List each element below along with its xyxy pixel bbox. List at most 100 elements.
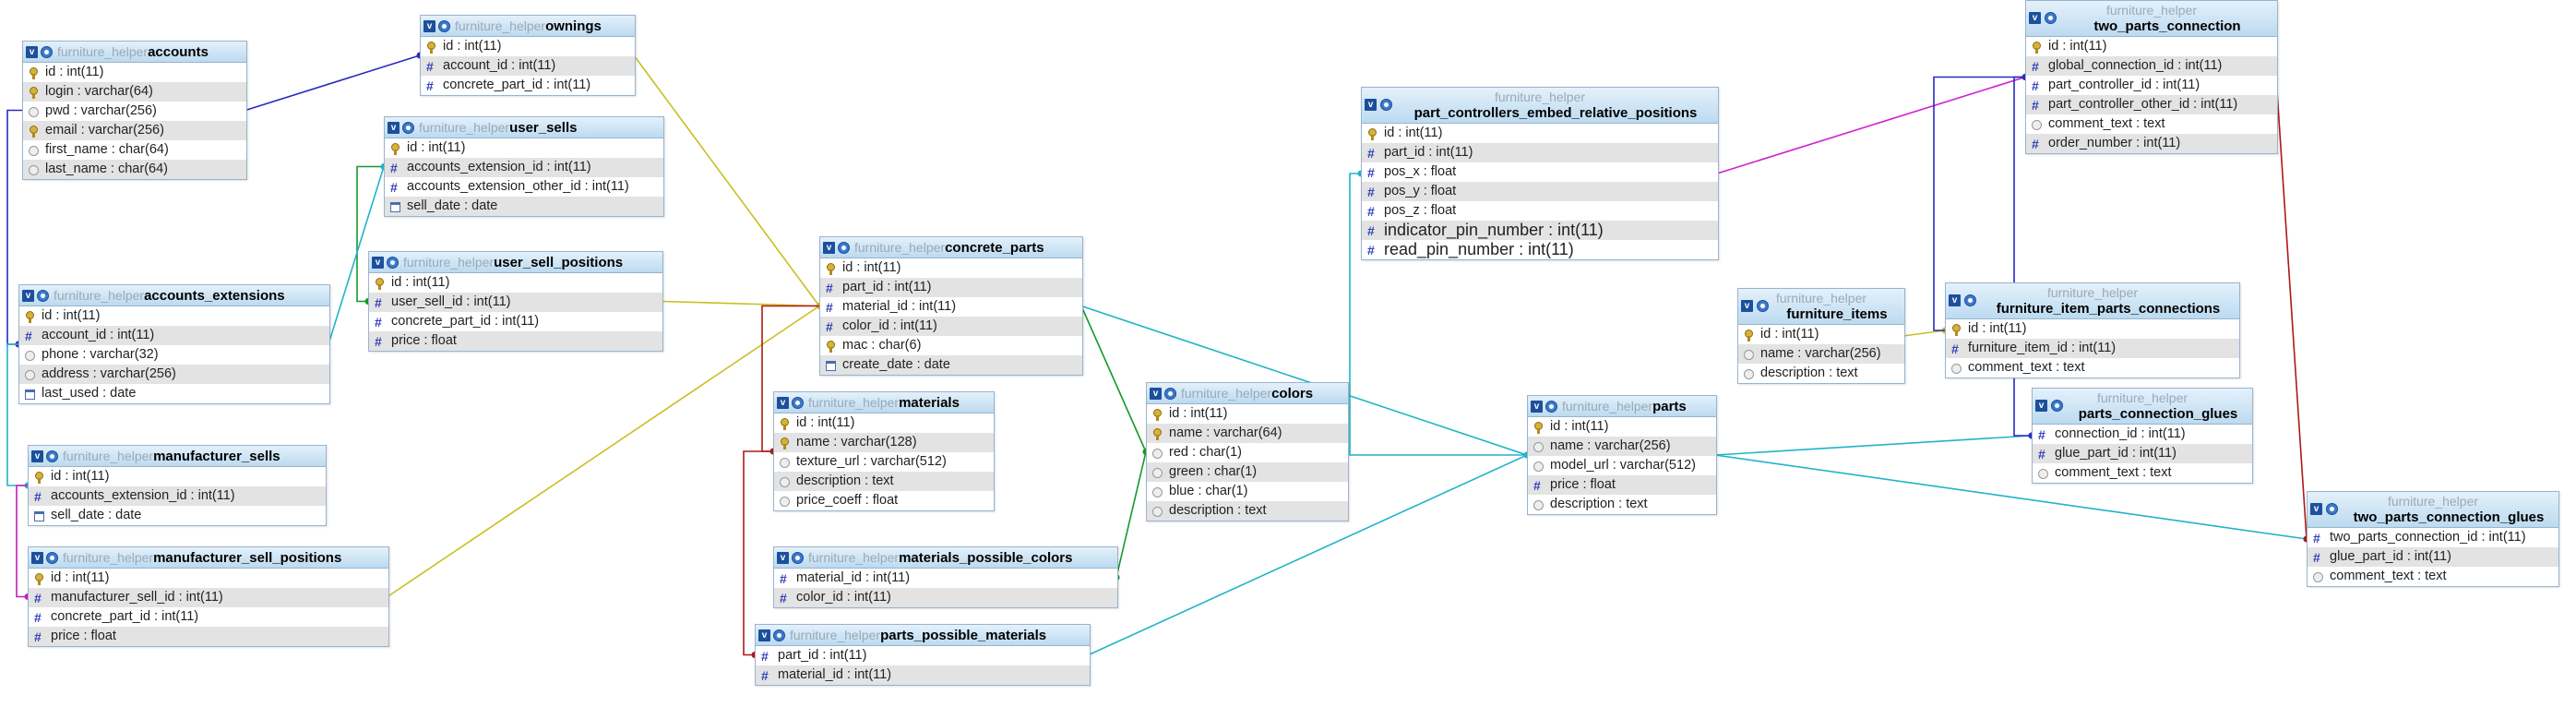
view-toggle-icon[interactable]: v — [423, 19, 435, 32]
view-toggle-icon[interactable]: v — [1150, 387, 1162, 400]
field-row[interactable]: login : varchar(64) — [23, 82, 246, 102]
view-toggle-icon[interactable]: v — [758, 629, 770, 641]
table-manufacturer-sell-positions[interactable]: v furniture_helper manufacturer_sell_posit… — [28, 546, 389, 647]
field-row[interactable]: material_id : int(11) — [774, 569, 1117, 589]
field-row[interactable]: id : int(11) — [369, 273, 662, 293]
field-row[interactable]: glue_part_id : int(11) — [2308, 547, 2558, 567]
view-toggle-icon[interactable]: v — [26, 45, 38, 58]
table-options-gear-icon[interactable] — [37, 289, 49, 302]
field-row[interactable]: part_id : int(11) — [756, 646, 1090, 666]
field-row[interactable]: id : int(11) — [385, 138, 663, 158]
view-toggle-icon[interactable]: v — [22, 289, 34, 302]
field-row[interactable]: order_number : int(11) — [2026, 134, 2277, 153]
field-row[interactable]: id : int(11) — [1147, 404, 1348, 424]
table-options-gear-icon[interactable] — [438, 19, 450, 32]
field-row[interactable]: price : float — [369, 331, 662, 351]
field-row[interactable]: comment_text : text — [2026, 114, 2277, 134]
field-row[interactable]: part_controller_id : int(11) — [2026, 76, 2277, 96]
field-row[interactable]: read_pin_number : int(11) — [1362, 240, 1718, 259]
view-toggle-icon[interactable]: v — [31, 551, 43, 564]
field-row[interactable]: first_name : char(64) — [23, 140, 246, 160]
table-options-gear-icon[interactable] — [402, 121, 414, 134]
field-row[interactable]: accounts_extension_other_id : int(11) — [385, 177, 663, 198]
field-row[interactable]: concrete_part_id : int(11) — [29, 607, 388, 628]
table-header[interactable]: v furniture_helper furniture_items — [1738, 289, 1904, 325]
table-options-gear-icon[interactable] — [1545, 400, 1557, 413]
field-row[interactable]: name : varchar(256) — [1738, 344, 1904, 364]
field-row[interactable]: description : text — [1738, 364, 1904, 383]
field-row[interactable]: color_id : int(11) — [820, 317, 1082, 336]
table-parts[interactable]: v furniture_helper parts id : int(11) name :… — [1527, 395, 1717, 515]
table-header[interactable]: v furniture_helper concrete_parts — [820, 237, 1082, 258]
table-accounts[interactable]: v furniture_helper accounts id : int(11) log… — [22, 41, 247, 180]
table-header[interactable]: v furniture_helper accounts_extensions — [19, 285, 329, 306]
field-row[interactable]: material_id : int(11) — [820, 297, 1082, 318]
field-row[interactable]: part_id : int(11) — [820, 278, 1082, 297]
table-options-gear-icon[interactable] — [41, 45, 53, 58]
field-row[interactable]: pos_z : float — [1362, 201, 1718, 222]
field-row[interactable]: glue_part_id : int(11) — [2033, 444, 2252, 463]
field-row[interactable]: account_id : int(11) — [421, 56, 635, 76]
table-parts-connection-glues[interactable]: vfurniture_helperparts_connection_gluesc… — [2032, 388, 2253, 484]
field-row[interactable]: email : varchar(256) — [23, 121, 246, 140]
field-row[interactable]: id : int(11) — [2026, 37, 2277, 56]
field-row[interactable]: furniture_item_id : int(11) — [1946, 339, 2239, 358]
table-options-gear-icon[interactable] — [792, 396, 804, 409]
table-header[interactable]: v furniture_helper part_controllers_embed_… — [1362, 88, 1718, 124]
field-row[interactable]: account_id : int(11) — [19, 326, 329, 345]
field-row[interactable]: mac : char(6) — [820, 336, 1082, 355]
field-row[interactable]: concrete_part_id : int(11) — [421, 76, 635, 96]
field-row[interactable]: address : varchar(256) — [19, 365, 329, 384]
view-toggle-icon[interactable]: v — [823, 241, 835, 254]
field-row[interactable]: two_parts_connection_id : int(11) — [2308, 528, 2558, 548]
table-header[interactable]: v furniture_helper user_sell_positions — [369, 252, 662, 273]
field-row[interactable]: pos_y : float — [1362, 182, 1718, 201]
field-row[interactable]: sell_date : date — [385, 197, 663, 216]
field-row[interactable]: id : int(11) — [29, 467, 326, 486]
table-header[interactable]: v furniture_helper ownings — [421, 16, 635, 37]
field-row[interactable]: connection_id : int(11) — [2033, 425, 2252, 445]
field-row[interactable]: part_id : int(11) — [1362, 143, 1718, 162]
table-header[interactable]: v furniture_helper parts_connection_glues — [2033, 389, 2252, 425]
view-toggle-icon[interactable]: v — [31, 449, 43, 462]
table-manufacturer-sells[interactable]: v furniture_helper manufacturer_sells id : … — [28, 445, 327, 526]
table-part-controllers[interactable]: v furniture_helper part_controllers_embed_… — [1361, 87, 1719, 260]
field-row[interactable]: id : int(11) — [19, 306, 329, 326]
view-toggle-icon[interactable]: v — [777, 396, 789, 409]
field-row[interactable]: blue : char(1) — [1147, 482, 1348, 501]
field-row[interactable]: indicator_pin_number : int(11) — [1362, 221, 1718, 240]
view-toggle-icon[interactable]: v — [1531, 400, 1543, 413]
table-options-gear-icon[interactable] — [387, 256, 399, 269]
field-row[interactable]: comment_text : text — [2033, 463, 2252, 483]
table-header[interactable]: v furniture_helper parts — [1528, 396, 1716, 417]
field-row[interactable]: price : float — [1528, 475, 1716, 495]
field-row[interactable]: texture_url : varchar(512) — [774, 452, 994, 472]
field-row[interactable]: user_sell_id : int(11) — [369, 293, 662, 312]
table-materials[interactable]: v furniture_helper materials id : int(11) na… — [773, 391, 995, 511]
table-options-gear-icon[interactable] — [792, 551, 804, 564]
table-user-sells[interactable]: v furniture_helperuser_sellsid : int(11) a… — [384, 116, 664, 217]
field-row[interactable]: last_name : char(64) — [23, 160, 246, 179]
view-toggle-icon[interactable]: v — [372, 256, 384, 269]
view-toggle-icon[interactable]: v — [388, 121, 400, 134]
field-row[interactable]: accounts_extension_id : int(11) — [385, 158, 663, 177]
table-header[interactable]: v furniture_helper manufacturer_sell_posit… — [29, 547, 388, 569]
table-header[interactable]: v furniture_helper manufacturer_sells — [29, 446, 326, 467]
field-row[interactable]: manufacturer_sell_id : int(11) — [29, 588, 388, 607]
table-user-sell-positions[interactable]: v furniture_helper user_sell_positions id :… — [368, 251, 663, 352]
table-two-parts-connection[interactable]: v furniture_helper two_parts_connection id … — [2025, 0, 2278, 154]
field-row[interactable]: last_used : date — [19, 384, 329, 403]
field-row[interactable]: comment_text : text — [2308, 567, 2558, 586]
field-row[interactable]: id : int(11) — [774, 413, 994, 433]
field-row[interactable]: part_controller_other_id : int(11) — [2026, 95, 2277, 114]
field-row[interactable]: concrete_part_id : int(11) — [369, 312, 662, 332]
table-header[interactable]: v furniture_helper two_parts_connection — [2026, 1, 2277, 37]
table-two-parts-connection-glues[interactable]: v furniture_helper two_parts_connection_gl… — [2307, 491, 2559, 587]
field-row[interactable]: description : text — [1147, 501, 1348, 521]
field-row[interactable]: pos_x : float — [1362, 162, 1718, 183]
table-header[interactable]: v furniture_helper parts_possible_material… — [756, 625, 1090, 646]
table-furniture-items[interactable]: v furniture_helper furniture_items id : int… — [1737, 288, 1905, 384]
table-header[interactable]: v furniture_helper materials — [774, 392, 994, 413]
er-diagram-canvas[interactable]: v furniture_helper accounts id : int(11) log… — [0, 0, 2576, 707]
field-row[interactable]: red : char(1) — [1147, 443, 1348, 462]
